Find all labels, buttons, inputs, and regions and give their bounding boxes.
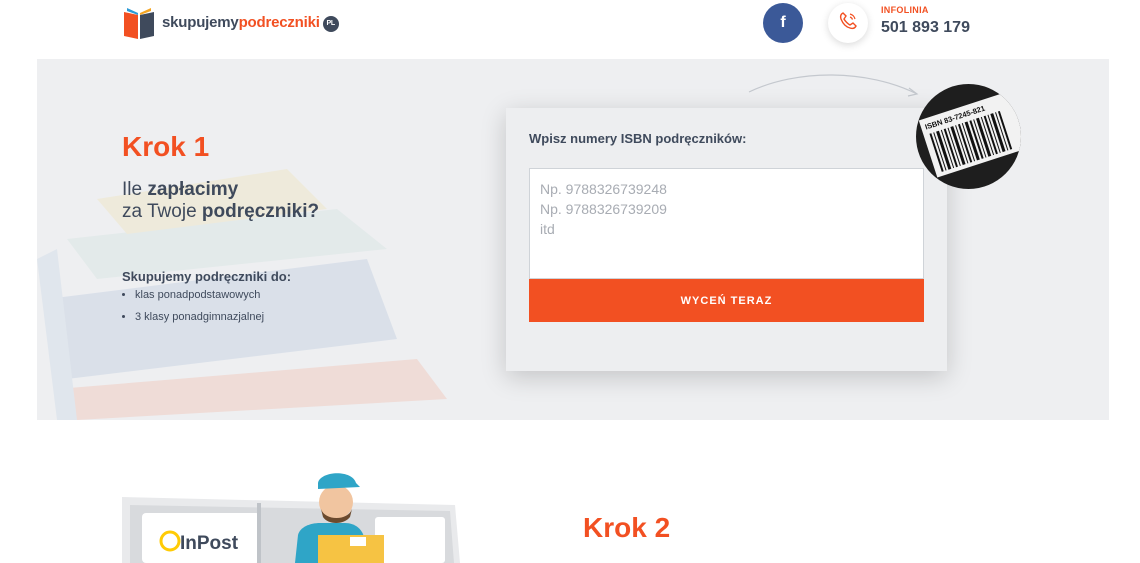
list-item: klas ponadpodstawowych <box>135 289 264 301</box>
isbn-form-card: Wpisz numery ISBN podręczników: WYCEŃ TE… <box>506 108 947 371</box>
buy-list: klas ponadpodstawowych 3 klasy ponadgimn… <box>135 289 264 333</box>
infolinia-phone[interactable]: 501 893 179 <box>881 19 970 37</box>
barcode-icon: ISBN 83-7245-821 <box>916 84 1021 189</box>
books-background-illustration <box>37 169 447 420</box>
wycen-teraz-button[interactable]: WYCEŃ TERAZ <box>529 279 924 322</box>
phone-icon <box>838 11 858 36</box>
headline-bold-2: podręczniki? <box>201 201 320 222</box>
headline-text-2: za Twoje <box>122 201 202 222</box>
book-logo-icon <box>122 6 156 40</box>
headline-text-1: Ile <box>122 179 148 200</box>
step2-title: Krok 2 <box>583 512 671 543</box>
headline-bold-1: zapłacimy <box>147 179 239 200</box>
logo-text-dark: skupujemy <box>162 14 239 32</box>
facebook-button[interactable]: f <box>763 3 803 43</box>
arrow-icon <box>748 74 919 97</box>
step1-headline: Ile zapłacimy za Twoje podręczniki? <box>122 179 319 223</box>
isbn-label: Wpisz numery ISBN podręczników: <box>529 131 747 146</box>
step1-title: Krok 1 <box>122 131 210 162</box>
infolinia-label: INFOLINIA <box>881 5 929 15</box>
buy-list-title: Skupujemy podręczniki do: <box>122 269 292 284</box>
logo-pl-badge: PL <box>322 15 339 32</box>
logo-text-orange: podreczniki <box>238 14 320 32</box>
step1-section: Krok 1 Ile zapłacimy za Twoje podręcznik… <box>37 59 1109 420</box>
logo-text: skupujemypodreczniki PL <box>162 14 339 32</box>
isbn-input[interactable] <box>529 168 924 279</box>
step2-illustration: InPost <box>122 473 460 563</box>
inpost-label: InPost <box>180 533 239 554</box>
facebook-icon: f <box>780 14 786 31</box>
list-item: 3 klasy ponadgimnazjalnej <box>135 311 264 323</box>
site-header: skupujemypodreczniki PL f INFOLINIA 501 8… <box>0 0 1140 59</box>
phone-button[interactable] <box>828 3 868 43</box>
site-logo[interactable]: skupujemypodreczniki PL <box>122 6 339 40</box>
